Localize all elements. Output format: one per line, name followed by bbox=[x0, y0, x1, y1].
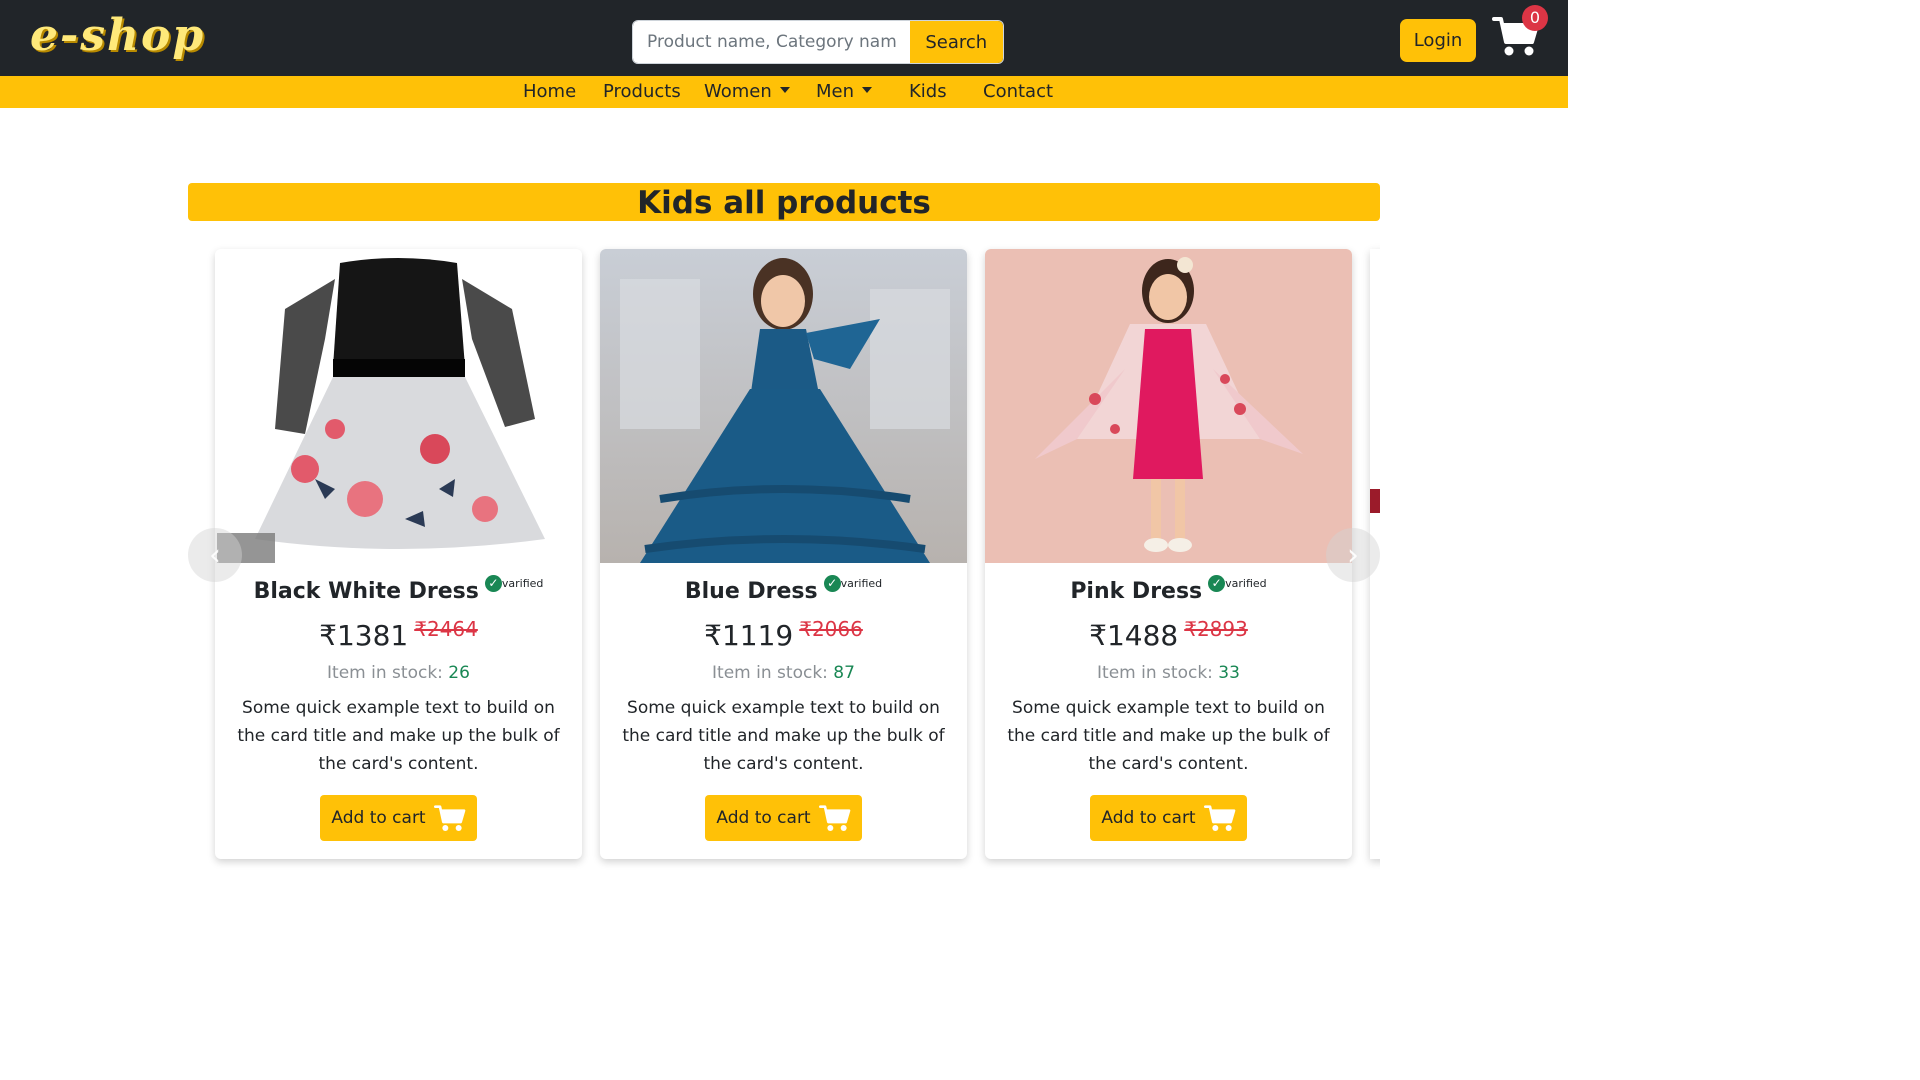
price-row: ₹1119 ₹2066 bbox=[600, 617, 967, 652]
product-carousel: Black White Dress ✓ varified ₹1381 ₹2464 It… bbox=[188, 240, 1380, 870]
add-to-cart-label: Add to cart bbox=[331, 808, 426, 828]
site-logo[interactable]: e-shop bbox=[30, 10, 205, 61]
product-price: ₹1381 bbox=[319, 619, 409, 652]
nav-home[interactable]: Home bbox=[523, 81, 576, 102]
card-title-row: Black White Dress ✓ varified bbox=[215, 575, 582, 604]
caret-down-icon bbox=[779, 87, 790, 93]
shopping-cart-icon bbox=[1203, 805, 1235, 831]
product-description: Some quick example text to build on the … bbox=[622, 698, 945, 774]
price-row: ₹1381 ₹2464 bbox=[215, 617, 582, 652]
nav-label: Kids bbox=[909, 81, 947, 102]
product-description: Some quick example text to build on the … bbox=[1007, 698, 1330, 774]
search-form: Search bbox=[632, 20, 1004, 64]
login-button[interactable]: Login bbox=[1400, 19, 1476, 62]
shopping-cart-icon bbox=[818, 805, 850, 831]
check-circle-icon: ✓ bbox=[1208, 575, 1226, 592]
add-to-cart-button[interactable]: Add to cart bbox=[705, 795, 862, 841]
nav-label: Men bbox=[816, 81, 855, 102]
product-title: Blue Dress bbox=[684, 579, 818, 604]
stock-label: Item in stock: bbox=[327, 663, 449, 683]
stock-info: Item in stock: 26 bbox=[215, 663, 582, 683]
verified-label: varified bbox=[501, 577, 544, 590]
carousel-prev-button[interactable]: ‹ bbox=[188, 528, 242, 582]
add-to-cart-label: Add to cart bbox=[716, 808, 811, 828]
product-old-price: ₹2066 bbox=[799, 617, 863, 641]
nav-men-dropdown[interactable]: Men bbox=[816, 81, 873, 102]
nav-products[interactable]: Products bbox=[603, 81, 681, 102]
product-image bbox=[985, 249, 1352, 563]
shopping-cart-icon bbox=[433, 805, 465, 831]
nav-label: Women bbox=[704, 81, 772, 102]
cart-count-badge: 0 bbox=[1522, 5, 1548, 31]
add-to-cart-label: Add to cart bbox=[1101, 808, 1196, 828]
stock-count: 33 bbox=[1218, 663, 1240, 683]
peek-image-fragment bbox=[1370, 489, 1380, 513]
check-circle-icon: ✓ bbox=[484, 575, 502, 592]
add-to-cart-button[interactable]: Add to cart bbox=[320, 795, 477, 841]
add-to-cart-button[interactable]: Add to cart bbox=[1090, 795, 1247, 841]
carousel-next-button[interactable]: › bbox=[1326, 528, 1380, 582]
stock-count: 26 bbox=[448, 663, 470, 683]
product-card: Black White Dress ✓ varified ₹1381 ₹2464 It… bbox=[215, 249, 582, 859]
search-input[interactable] bbox=[633, 21, 910, 63]
product-title: Black White Dress bbox=[253, 579, 479, 604]
check-circle-icon: ✓ bbox=[823, 575, 841, 592]
product-card: Blue Dress ✓ varified ₹1119 ₹2066 Item in s… bbox=[600, 249, 967, 859]
product-card: Pink Dress ✓ varified ₹1488 ₹2893 Item in s… bbox=[985, 249, 1352, 859]
stock-count: 87 bbox=[833, 663, 855, 683]
verified-badge: ✓ varified bbox=[484, 573, 544, 592]
product-price: ₹1488 bbox=[1089, 619, 1179, 652]
stock-info: Item in stock: 87 bbox=[600, 663, 967, 683]
nav-women-dropdown[interactable]: Women bbox=[704, 81, 790, 102]
section-heading: Kids all products bbox=[188, 183, 1380, 221]
search-button[interactable]: Search bbox=[909, 21, 1003, 63]
verified-label: varified bbox=[1225, 577, 1267, 590]
product-image bbox=[215, 249, 582, 563]
main-nav: Home Products Women Men Kids Contact bbox=[0, 76, 1568, 108]
product-old-price: ₹2893 bbox=[1184, 617, 1248, 641]
stock-label: Item in stock: bbox=[712, 663, 834, 683]
price-row: ₹1488 ₹2893 bbox=[985, 617, 1352, 652]
nav-label: Products bbox=[603, 81, 681, 102]
card-title-row: Blue Dress ✓ varified bbox=[600, 575, 967, 604]
nav-contact[interactable]: Contact bbox=[983, 81, 1053, 102]
caret-down-icon bbox=[862, 87, 873, 93]
product-image bbox=[600, 249, 967, 563]
chevron-right-icon: › bbox=[1347, 537, 1359, 573]
card-title-row: Pink Dress ✓ varified bbox=[985, 575, 1352, 604]
product-old-price: ₹2464 bbox=[414, 617, 478, 641]
stock-label: Item in stock: bbox=[1097, 663, 1219, 683]
verified-label: varified bbox=[840, 577, 883, 590]
nav-label: Contact bbox=[983, 81, 1054, 102]
stock-info: Item in stock: 33 bbox=[985, 663, 1352, 683]
verified-badge: ✓ varified bbox=[823, 573, 883, 592]
product-price: ₹1119 bbox=[704, 619, 794, 652]
top-header: e-shop Search Login 0 bbox=[0, 0, 1568, 76]
nav-label: Home bbox=[523, 81, 577, 102]
product-title: Pink Dress bbox=[1070, 579, 1203, 604]
nav-kids[interactable]: Kids bbox=[909, 81, 947, 102]
product-description: Some quick example text to build on the … bbox=[237, 698, 560, 774]
verified-badge: ✓ varified bbox=[1208, 573, 1267, 592]
chevron-left-icon: ‹ bbox=[209, 537, 221, 573]
